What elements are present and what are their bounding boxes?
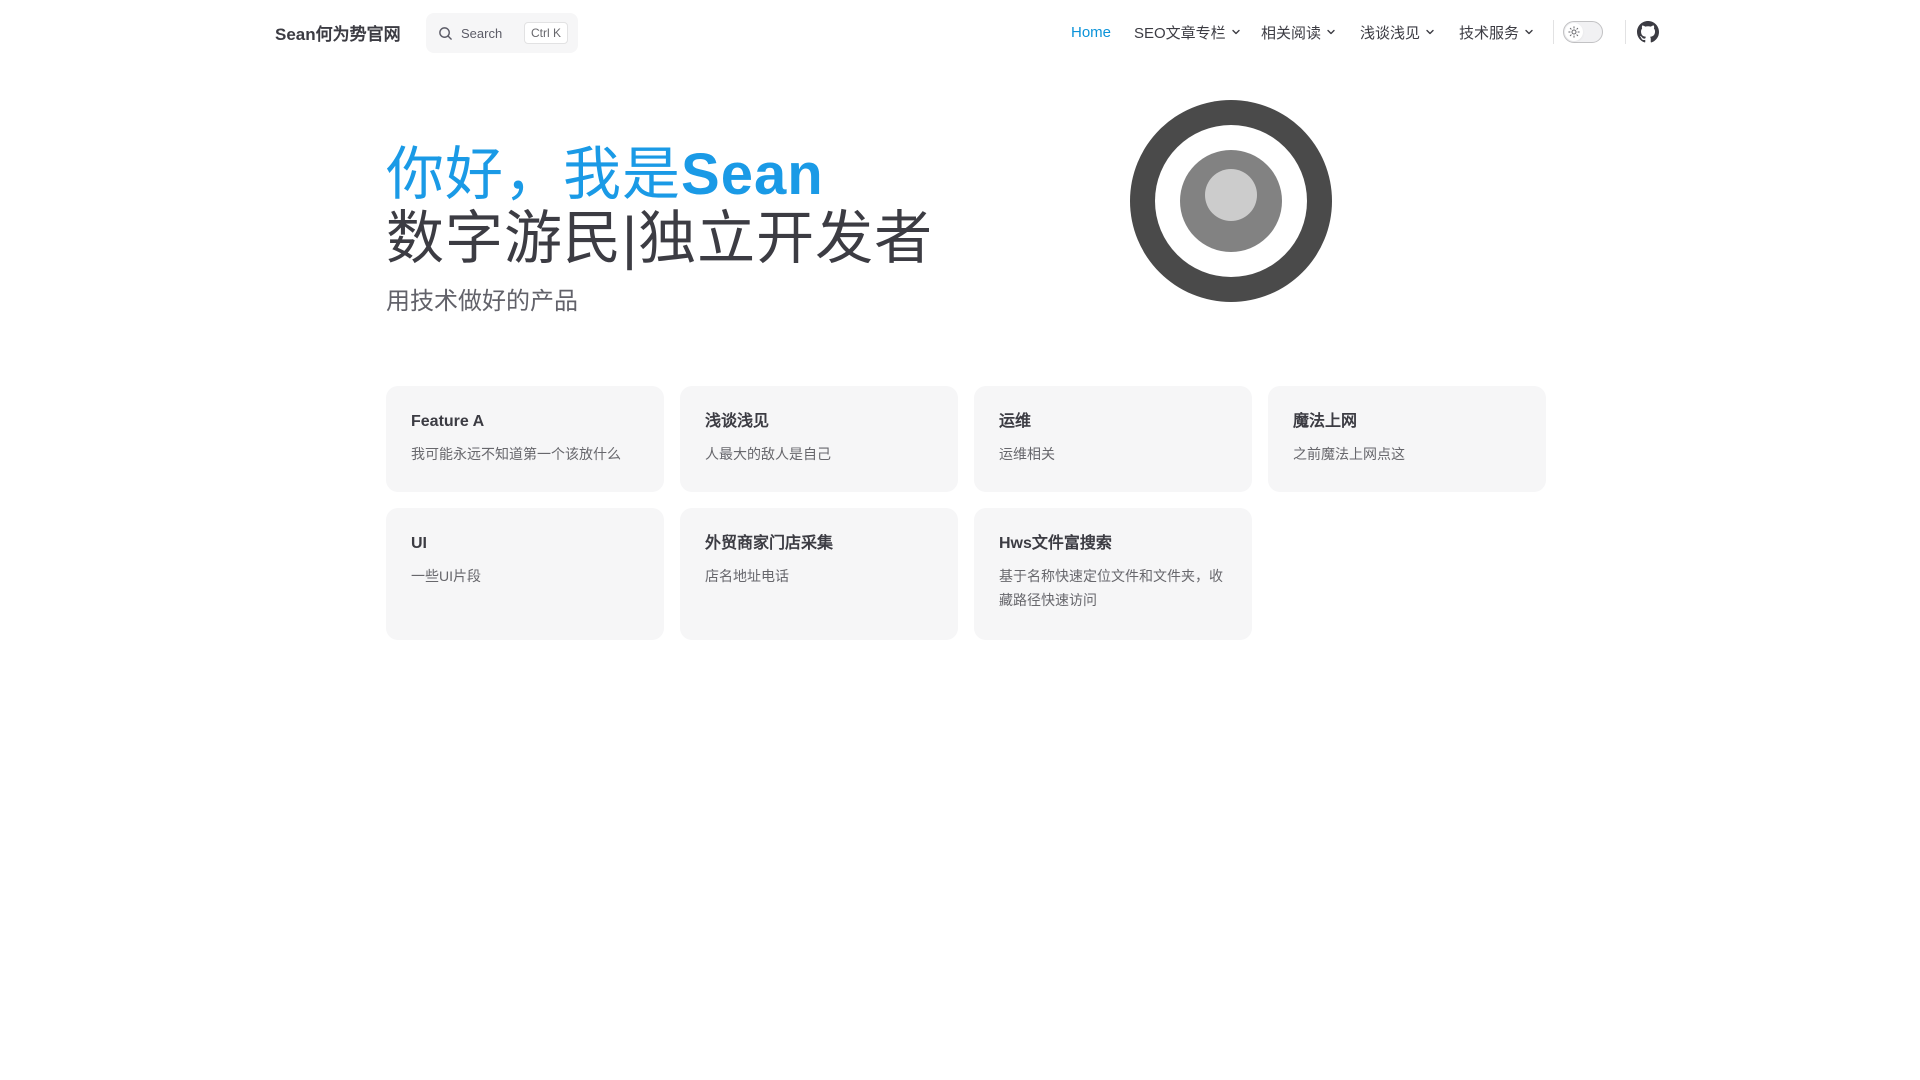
theme-toggle-switch[interactable] <box>1563 21 1603 43</box>
feature-card-title: 魔法上网 <box>1293 413 1358 430</box>
feature-card-details: 人最大的敌人是自己 <box>705 446 831 462</box>
feature-card-title: Hws文件富搜索 <box>999 535 1112 552</box>
nav-link-label: 浅谈浅见 <box>1360 24 1421 42</box>
feature-card-details: 一些UI片段 <box>411 568 481 584</box>
hero-text: 数字游民|独立开发者 <box>386 206 934 271</box>
nav-link-label: Home <box>1071 23 1112 41</box>
feature-card-title: 外贸商家门店采集 <box>705 535 834 552</box>
hero-logo-image <box>1130 100 1332 302</box>
theme-toggle-knob <box>1565 23 1583 41</box>
feature-card-title: 浅谈浅见 <box>705 413 770 430</box>
hero-name-highlight: Sean <box>681 142 824 207</box>
feature-card[interactable]: UI 一些UI片段 <box>386 508 664 640</box>
feature-card-title: UI <box>411 535 427 552</box>
hero-name-prefix: 你好，我是 <box>386 142 682 207</box>
feature-card-details: 之前魔法上网点这 <box>1293 446 1405 462</box>
nav-link-home[interactable]: Home <box>1071 0 1111 64</box>
nav-link-label: 相关阅读 <box>1261 24 1322 42</box>
hero-tagline: 用技术做好的产品 <box>386 288 578 315</box>
nav-link-label: SEO文章专栏 <box>1134 24 1226 42</box>
feature-card-details: 我可能永远不知道第一个该放什么 <box>411 446 621 462</box>
chevron-down-icon <box>1231 29 1240 35</box>
nav-menu-tech-services[interactable]: 技术服务 <box>1459 0 1534 64</box>
nav-menu-related-reading[interactable]: 相关阅读 <box>1261 0 1336 64</box>
feature-card[interactable]: Hws文件富搜索 基于名称快速定位文件和文件夹，收藏路径快速访问 <box>974 508 1252 640</box>
site-title-link[interactable]: Sean何为势官网 <box>275 20 401 45</box>
chevron-down-icon <box>1426 29 1434 35</box>
feature-card-details: 基于名称快速定位文件和文件夹，收藏路径快速访问 <box>999 568 1223 608</box>
search-label: Search <box>461 25 503 41</box>
search-icon <box>439 26 452 40</box>
feature-card[interactable]: 浅谈浅见 人最大的敌人是自己 <box>680 386 958 492</box>
hero-name: 你好，我是Sean <box>386 142 824 208</box>
nav-menu-seo-articles[interactable]: SEO文章专栏 <box>1134 0 1241 64</box>
chevron-down-icon <box>1327 29 1335 35</box>
feature-card-details: 运维相关 <box>999 446 1055 462</box>
nav-link-label: 技术服务 <box>1459 24 1520 42</box>
feature-card-details: 店名地址电话 <box>705 568 789 584</box>
feature-card[interactable]: 运维 运维相关 <box>974 386 1252 492</box>
nav-divider <box>1625 20 1626 44</box>
chevron-down-icon <box>1525 29 1533 35</box>
top-navbar: Sean何为势官网 Search Ctrl K Home SEO文章专栏 相关阅… <box>0 0 1920 64</box>
nav-divider <box>1553 20 1554 44</box>
features-grid: Feature A 我可能永远不知道第一个该放什么 浅谈浅见 人最大的敌人是自己… <box>386 386 1546 640</box>
nav-menu-insights[interactable]: 浅谈浅见 <box>1360 0 1435 64</box>
feature-card-title: Feature A <box>411 413 485 430</box>
search-shortcut-badge: Ctrl K <box>524 22 568 44</box>
github-icon[interactable] <box>1637 21 1659 43</box>
logo-inner-disc <box>1205 169 1257 221</box>
feature-card[interactable]: 魔法上网 之前魔法上网点这 <box>1268 386 1546 492</box>
feature-card[interactable]: Feature A 我可能永远不知道第一个该放什么 <box>386 386 664 492</box>
search-button[interactable]: Search Ctrl K <box>426 13 578 53</box>
sun-icon <box>1568 26 1580 38</box>
feature-card-title: 运维 <box>999 413 1032 430</box>
feature-card[interactable]: 外贸商家门店采集 店名地址电话 <box>680 508 958 640</box>
